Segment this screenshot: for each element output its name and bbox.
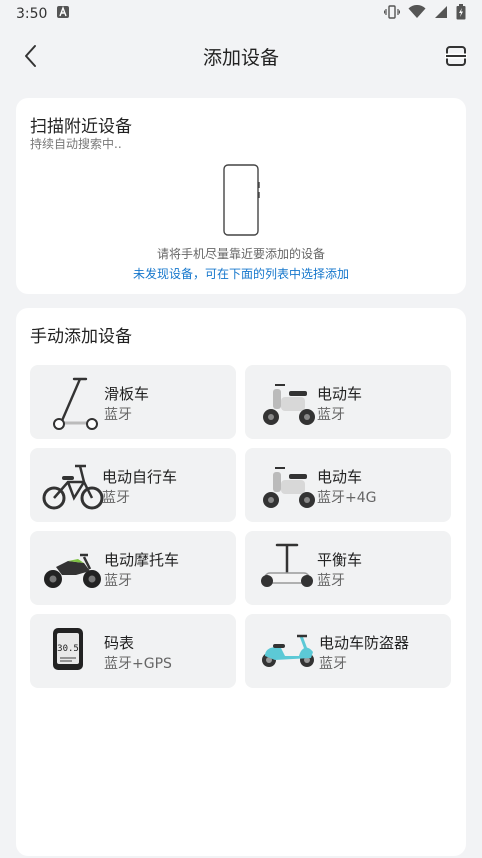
page-title: 添加设备 — [202, 46, 279, 69]
electric-bicycle-icon — [42, 464, 104, 510]
app-notification-icon — [57, 6, 70, 22]
manual-add-card: 手动添加设备 滑板车 蓝牙 电动车 蓝牙 电动自行车 蓝牙 电动车 蓝牙+4G … — [16, 308, 466, 856]
device-name: 电动自行车 — [102, 468, 178, 486]
device-connection: 蓝牙 — [104, 573, 132, 589]
device-tile-electric-motorcycle[interactable]: 电动摩托车 蓝牙 — [30, 531, 236, 605]
signal-icon — [434, 5, 448, 23]
phone-icon — [223, 164, 260, 236]
status-time: 3:50 — [16, 6, 48, 22]
electric-bike-icon — [263, 467, 315, 508]
device-connection: 蓝牙+4G — [317, 490, 377, 506]
device-connection: 蓝牙 — [317, 407, 345, 423]
speedometer-reading: 30.5 — [57, 644, 79, 654]
scan-status: 持续自动搜索中.. — [30, 137, 122, 151]
electric-motorcycle-icon — [44, 553, 101, 588]
wifi-icon — [408, 4, 426, 23]
chevron-left-icon — [25, 45, 36, 67]
scan-section-title: 扫描附近设备 — [30, 117, 132, 137]
battery-icon — [456, 4, 466, 24]
device-connection: 蓝牙 — [102, 490, 130, 506]
vibrate-icon — [383, 5, 401, 23]
anti-theft-icon — [262, 634, 314, 667]
back-button[interactable] — [18, 42, 46, 70]
balance-scooter-icon — [261, 543, 313, 587]
scan-nearby-card: 扫描附近设备 持续自动搜索中.. 请将手机尽量靠近要添加的设备 未发现设备，可在… — [16, 98, 466, 294]
scan-icon — [445, 46, 467, 66]
manual-add-link[interactable]: 未发现设备，可在下面的列表中选择添加 — [16, 265, 466, 282]
device-name: 电动摩托车 — [104, 551, 180, 569]
scan-button[interactable] — [444, 44, 468, 68]
device-tile-electric-bike[interactable]: 电动车 蓝牙 — [245, 365, 451, 439]
device-name: 码表 — [104, 634, 135, 652]
device-tile-anti-theft[interactable]: 电动车防盗器 蓝牙 — [245, 614, 451, 688]
device-tile-electric-bicycle[interactable]: 电动自行车 蓝牙 — [30, 448, 236, 522]
device-name: 滑板车 — [104, 385, 150, 403]
scan-hint: 请将手机尽量靠近要添加的设备 — [156, 247, 325, 261]
device-tile-scooter[interactable]: 滑板车 蓝牙 — [30, 365, 236, 439]
device-connection: 蓝牙+GPS — [104, 656, 172, 672]
device-tile-electric-bike-4g[interactable]: 电动车 蓝牙+4G — [245, 448, 451, 522]
device-name: 电动车 — [317, 468, 363, 486]
speedometer-icon: 30.5 — [53, 628, 83, 670]
device-name: 平衡车 — [317, 551, 363, 569]
status-bar: 3:50 — [0, 0, 482, 28]
device-name: 电动车防盗器 — [319, 634, 410, 652]
device-connection: 蓝牙 — [319, 656, 347, 672]
device-connection: 蓝牙 — [317, 573, 345, 589]
device-tile-speedometer[interactable]: 30.5 码表 蓝牙+GPS — [30, 614, 236, 688]
device-connection: 蓝牙 — [104, 407, 132, 423]
scooter-icon — [53, 377, 98, 430]
manual-section-title: 手动添加设备 — [30, 327, 132, 347]
device-tile-balance-scooter[interactable]: 平衡车 蓝牙 — [245, 531, 451, 605]
app-bar: 添加设备 — [0, 28, 482, 84]
device-name: 电动车 — [317, 385, 363, 403]
electric-bike-icon — [263, 384, 315, 425]
